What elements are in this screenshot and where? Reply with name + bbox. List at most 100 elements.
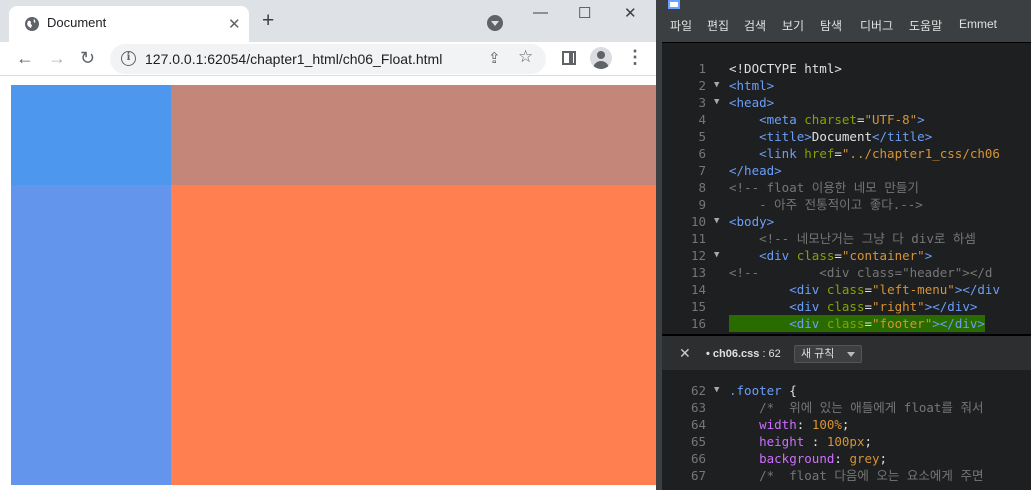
left-menu-top-box [11, 85, 171, 185]
code-token: <meta [759, 112, 805, 127]
inline-close-icon[interactable]: ✕ [679, 345, 691, 362]
site-info-icon[interactable]: i [121, 51, 136, 66]
html-code-pane[interactable]: 1 <!DOCTYPE html> 2 ▼ <html> 3 ▼ <head> 4 <meta … [662, 42, 1031, 332]
code-token: .footer [729, 383, 782, 398]
share-icon[interactable]: ⇪ [488, 49, 501, 67]
new-rule-dropdown[interactable]: 새 규칙 [794, 345, 862, 363]
code-line[interactable]: 1 <!DOCTYPE html> [662, 60, 1031, 77]
fold-arrow-icon[interactable]: ▼ [714, 382, 719, 399]
code-token: 100px [826, 434, 865, 449]
fold-arrow-icon[interactable]: ▼ [714, 77, 719, 94]
menu-debug[interactable]: 디버그 [860, 17, 893, 34]
code-line[interactable]: 9 - 아주 전통적이고 좋다.--> [662, 196, 1031, 213]
tab-strip: Document ✕ + — ☐ ✕ [0, 0, 656, 42]
tab-title: Document [47, 15, 107, 30]
code-line[interactable]: 66 background: grey; [662, 450, 1031, 467]
code-line[interactable]: 7 </head> [662, 162, 1031, 179]
code-token: "left-menu" [872, 282, 955, 297]
browser-menu-icon[interactable]: ⋮ [626, 47, 644, 68]
line-number: 7 [698, 163, 706, 178]
menu-help[interactable]: 도움말 [909, 17, 942, 34]
menu-file[interactable]: 파일 [670, 17, 692, 34]
tab-document[interactable]: Document ✕ [9, 6, 249, 42]
line-number: 11 [690, 231, 706, 246]
inline-file-label: • ch06.css [706, 348, 760, 360]
code-token: charset [804, 112, 857, 127]
side-panel-icon[interactable] [562, 51, 576, 65]
code-token: : [834, 451, 850, 466]
code-token: ; [864, 434, 873, 449]
code-text: <title>Document</title> [729, 128, 932, 145]
line-number: 63 [690, 400, 706, 415]
bookmark-star-icon[interactable]: ☆ [518, 47, 533, 67]
code-line[interactable]: 13 <!-- <div class="header"></d [662, 264, 1031, 281]
inline-file-name[interactable]: • ch06.css : 62 [706, 348, 781, 360]
code-line[interactable]: 64 width: 100%; [662, 416, 1031, 433]
maximize-button[interactable]: ☐ [578, 4, 591, 22]
code-token: "right" [872, 299, 925, 314]
address-bar[interactable]: i 127.0.0.1:62054/chapter1_html/ch06_Flo… [110, 44, 546, 74]
left-menu-box [11, 185, 171, 485]
code-line[interactable]: 62 ▼ .footer { [662, 382, 1031, 399]
code-line[interactable]: 10 ▼ <body> [662, 213, 1031, 230]
code-line[interactable]: 12 ▼ <div class="container"> [662, 247, 1031, 264]
code-line[interactable]: 63 /* 위에 있는 애들에게 float를 줘서 [662, 399, 1031, 416]
reload-button[interactable]: ↻ [80, 47, 95, 69]
url-text[interactable]: 127.0.0.1:62054/chapter1_html/ch06_Float… [145, 51, 442, 67]
tab-close-icon[interactable]: ✕ [228, 15, 241, 33]
code-line[interactable]: 5 <title>Document</title> [662, 128, 1031, 145]
code-token: class [826, 316, 865, 331]
code-line[interactable]: 14 <div class="left-menu"></div [662, 281, 1031, 298]
fold-arrow-icon[interactable]: ▼ [714, 247, 719, 264]
code-token: > [924, 248, 933, 263]
line-number: 1 [698, 61, 706, 76]
menu-view[interactable]: 보기 [782, 17, 804, 34]
code-token: width [759, 417, 797, 432]
code-token: <html> [729, 78, 775, 93]
line-number: 16 [690, 316, 706, 331]
fold-arrow-icon[interactable]: ▼ [714, 213, 719, 230]
fold-arrow-icon[interactable]: ▼ [714, 94, 719, 111]
code-text: .footer { [729, 382, 797, 399]
code-token: <body> [729, 214, 775, 229]
code-line[interactable]: 8 <!-- float 이용한 네모 만들기 [662, 179, 1031, 196]
code-token: = [834, 248, 842, 263]
code-line[interactable]: 65 height : 100px; [662, 433, 1031, 450]
code-token: "container" [841, 248, 925, 263]
minimize-button[interactable]: — [533, 4, 548, 21]
browser-toolbar: ← → ↻ i 127.0.0.1:62054/chapter1_html/ch… [0, 42, 656, 76]
code-token: : [804, 434, 827, 449]
code-line[interactable]: 11 <!-- 네모난거는 그냥 다 div로 하셈 [662, 230, 1031, 247]
dropdown-caret-icon [847, 352, 855, 357]
code-line[interactable]: 15 <div class="right"></div> [662, 298, 1031, 315]
code-token: = [864, 299, 873, 314]
menu-search[interactable]: 검색 [744, 17, 766, 34]
code-text: <body> [729, 213, 774, 230]
tab-search-icon[interactable] [487, 15, 503, 31]
code-line[interactable]: 2 ▼ <html> [662, 77, 1031, 94]
back-button[interactable]: ← [16, 47, 34, 69]
code-text: <head> [729, 94, 774, 111]
code-line[interactable]: 6 <link href="../chapter1_css/ch06 [662, 145, 1031, 162]
code-token: /* 위에 있는 애들에게 float를 줘서 [759, 400, 984, 415]
app-icon [668, 0, 680, 9]
code-line[interactable]: 67 /* float 다음에 오는 요소에게 주면 [662, 467, 1031, 484]
line-number: 8 [698, 180, 706, 195]
line-number: 13 [690, 265, 706, 280]
menu-emmet[interactable]: Emmet [959, 17, 997, 31]
code-line[interactable]: 4 <meta charset="UTF-8"> [662, 111, 1031, 128]
profile-avatar-icon[interactable] [590, 47, 612, 69]
code-line[interactable]: 3 ▼ <head> [662, 94, 1031, 111]
css-inline-pane[interactable]: 62 ▼ .footer {63 /* 위에 있는 애들에게 float를 줘서 64… [662, 370, 1031, 490]
code-line[interactable]: 16 <div class="footer"></div> [662, 315, 1031, 332]
menu-navigate[interactable]: 탐색 [820, 17, 842, 34]
close-window-button[interactable]: ✕ [624, 4, 637, 22]
menu-edit[interactable]: 편집 [707, 17, 729, 34]
forward-button[interactable]: → [48, 47, 66, 69]
code-token: <title> [759, 129, 812, 144]
new-tab-button[interactable]: + [262, 9, 274, 33]
